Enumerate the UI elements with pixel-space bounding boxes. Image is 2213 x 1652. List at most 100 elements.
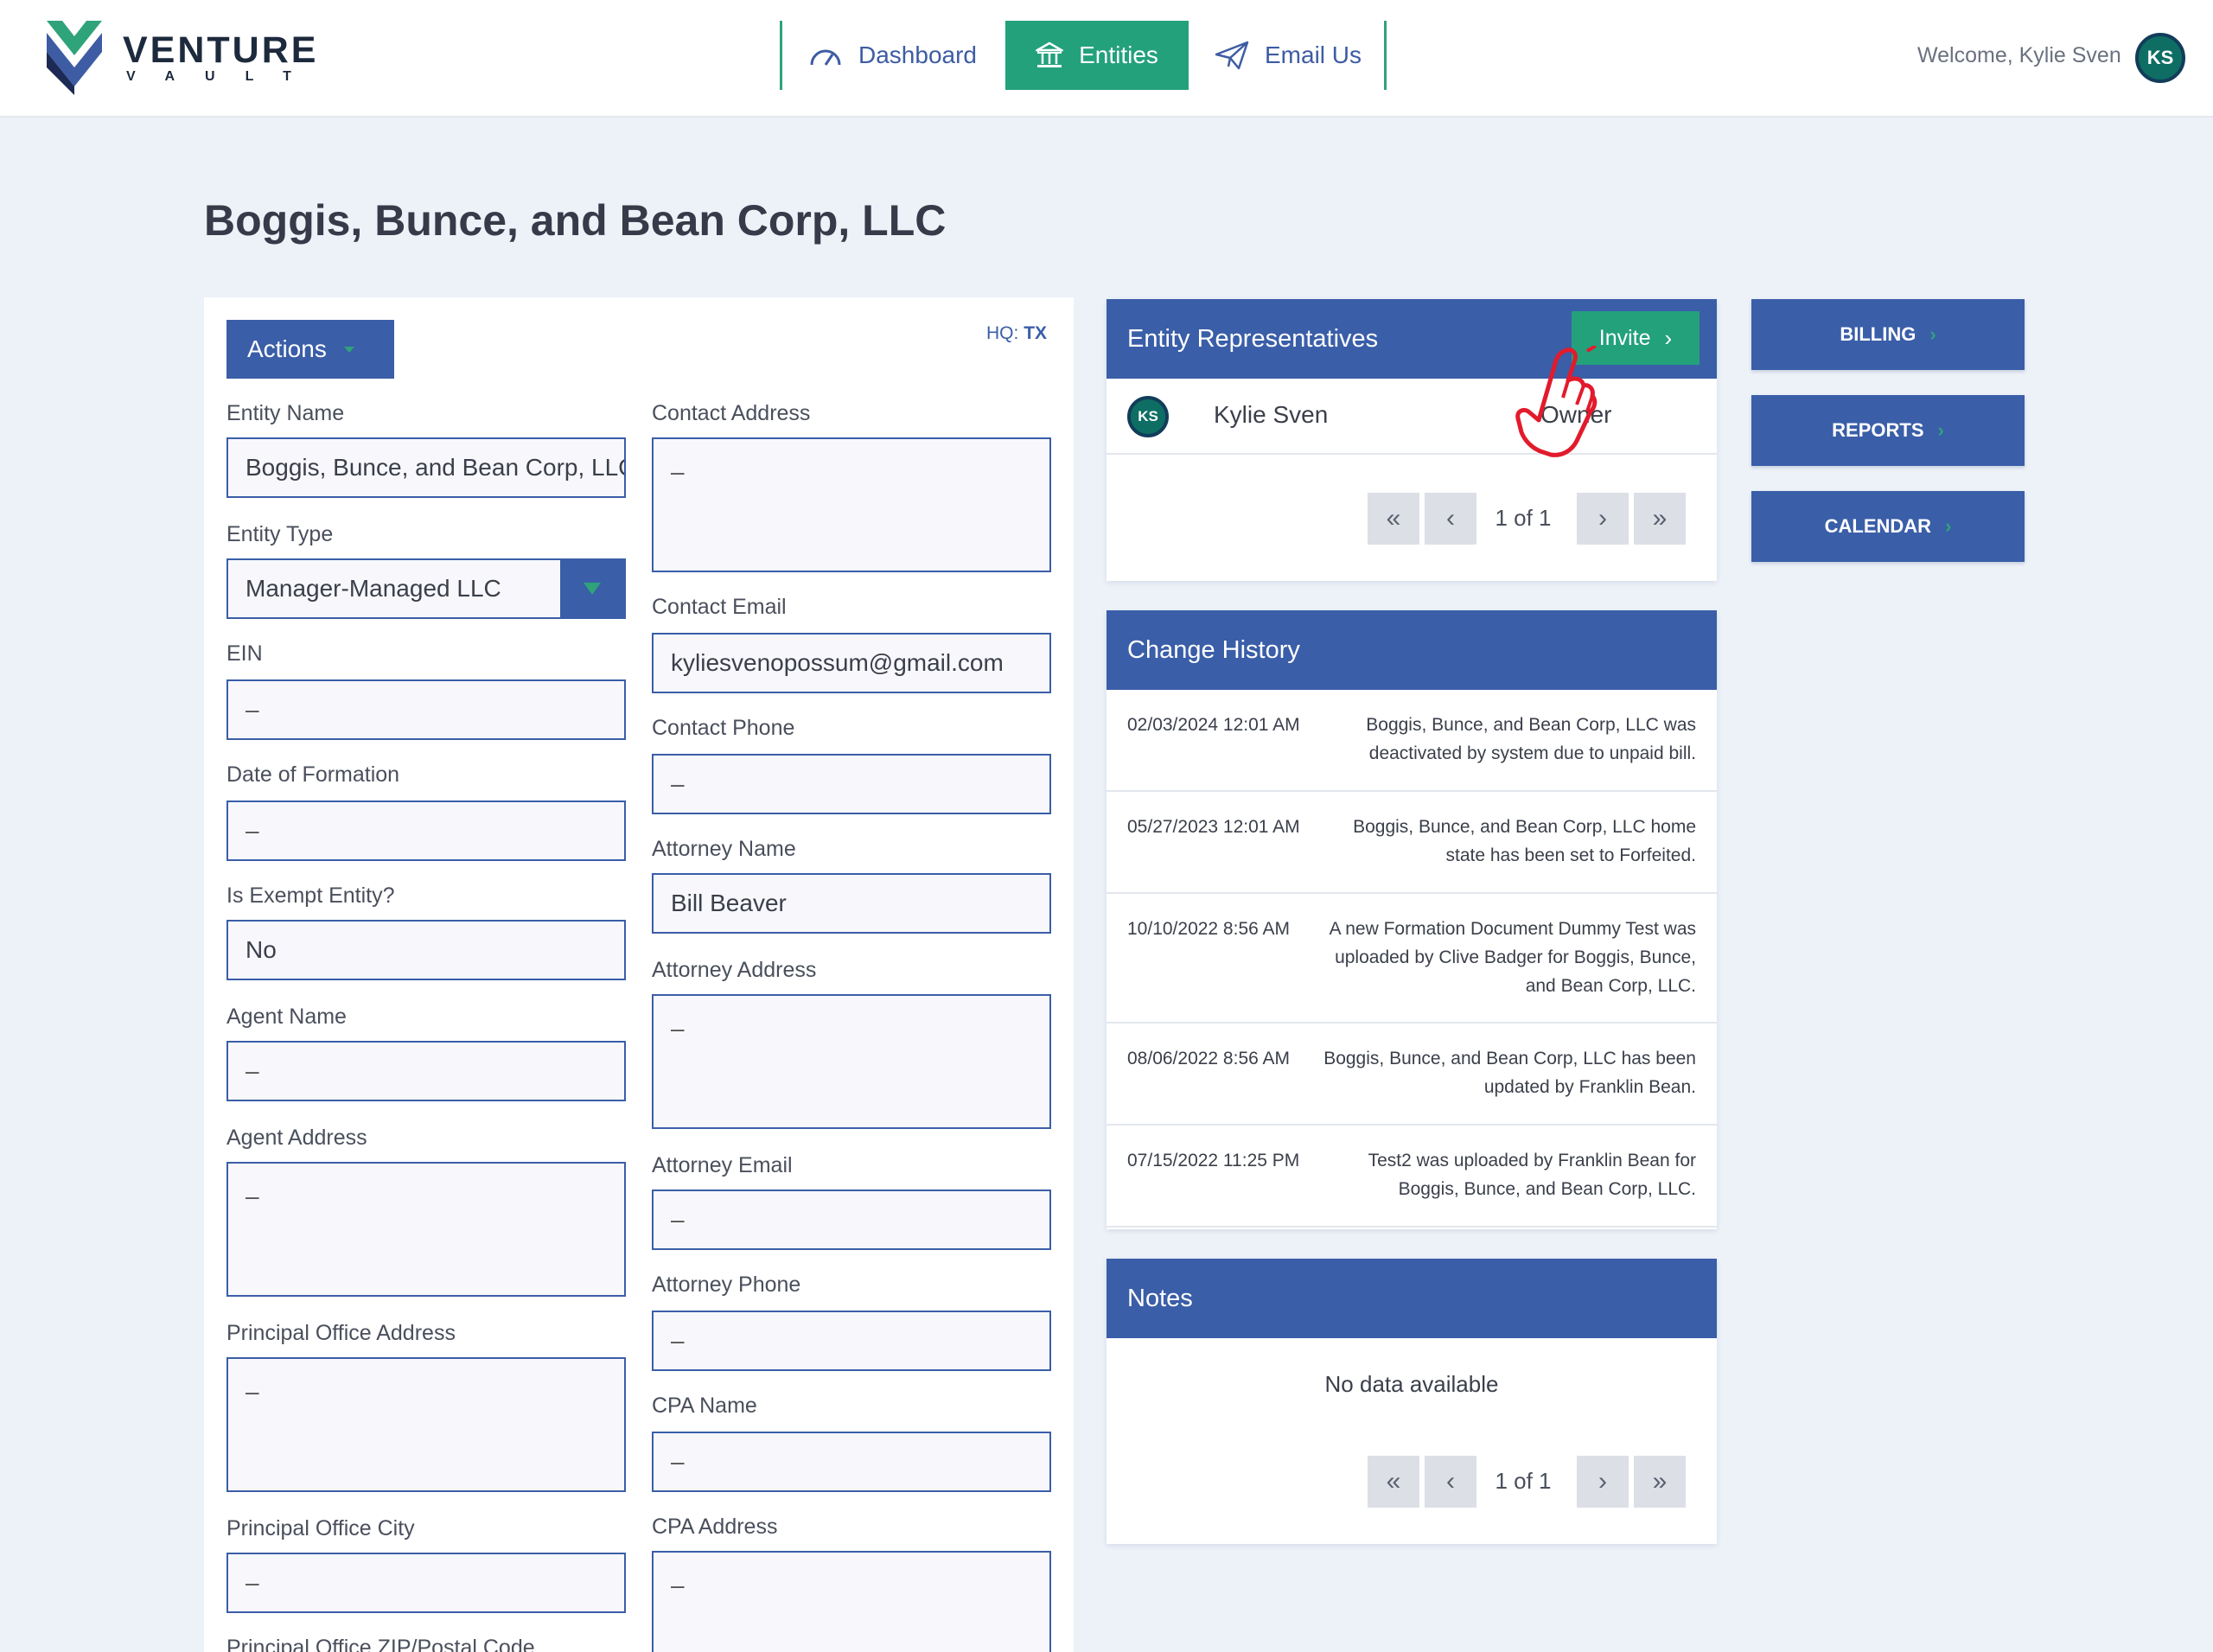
prev-page-button[interactable]: ‹ [1425,1456,1476,1508]
page-indicator: 1 of 1 [1495,505,1552,531]
notes-card: Notes No data available « ‹ 1 of 1 › » [1106,1259,1717,1544]
cpa-name-field[interactable]: – [652,1432,1051,1492]
calendar-button[interactable]: CALENDAR › [1751,491,2025,562]
calendar-label: CALENDAR [1824,515,1932,537]
chevron-left-icon: ‹ [1446,504,1455,533]
entity-type-value: Manager-Managed LLC [246,575,501,602]
agent-name-label: Agent Name [226,1005,347,1029]
chevron-right-icon: › [1598,1467,1607,1496]
history-row: 08/06/2022 8:56 AM Boggis, Bunce, and Be… [1106,1024,1717,1126]
next-page-button[interactable]: › [1577,493,1629,545]
paper-plane-icon [1215,41,1249,70]
chevron-right-icon: › [1664,324,1673,351]
entity-type-select[interactable]: Manager-Managed LLC [226,558,626,619]
hq-label: HQ: [986,323,1019,343]
change-history-title: Change History [1127,635,1300,664]
contact-phone-label: Contact Phone [652,716,795,740]
nav-dashboard[interactable]: Dashboard [808,21,977,90]
attorney-name-label: Attorney Name [652,837,796,861]
attorney-email-field[interactable]: – [652,1190,1051,1250]
last-page-button[interactable]: » [1634,493,1686,545]
date-of-formation-field[interactable]: – [226,800,626,861]
double-chevron-right-icon: » [1652,1467,1668,1496]
is-exempt-field[interactable]: No [226,920,626,980]
contact-email-field[interactable]: kyliesvenopossum@gmail.com [652,633,1051,693]
principal-office-city-field[interactable]: – [226,1553,626,1613]
actions-label: Actions [247,335,327,362]
history-row: 07/15/2022 11:25 PM Test2 was uploaded b… [1106,1126,1717,1228]
cpa-address-label: CPA Address [652,1515,778,1539]
date-of-formation-label: Date of Formation [226,762,400,787]
logo-shield-icon [47,21,102,95]
first-page-button[interactable]: « [1368,493,1419,545]
prev-page-button[interactable]: ‹ [1425,493,1476,545]
chevron-right-icon: › [1929,323,1936,345]
select-arrow-icon[interactable] [560,560,624,617]
change-history-header: Change History [1106,610,1717,690]
nav-email-label: Email Us [1265,41,1362,68]
double-chevron-left-icon: « [1386,1467,1401,1496]
ein-field[interactable]: – [226,679,626,740]
first-page-button[interactable]: « [1368,1456,1419,1508]
user-avatar[interactable]: KS [2135,33,2185,83]
history-date: 10/10/2022 8:56 AM [1127,919,1290,939]
attorney-address-label: Attorney Address [652,958,817,982]
agent-address-label: Agent Address [226,1126,367,1150]
hq-state: HQ: TX [986,323,1047,344]
hand-pointer-icon [1515,346,1598,457]
history-text: Boggis, Bunce, and Bean Corp, LLC home s… [1353,817,1696,865]
venture-vault-logo[interactable]: VENTURE VAULT [43,17,328,95]
contact-address-field[interactable]: – [652,437,1051,572]
principal-office-zip-label: Principal Office ZIP/Postal Code [226,1636,535,1652]
cpa-address-field[interactable]: – [652,1551,1051,1652]
next-page-button[interactable]: › [1577,1456,1629,1508]
nav-email-us[interactable]: Email Us [1215,21,1362,90]
reports-button[interactable]: REPORTS › [1751,395,2025,466]
contact-phone-field[interactable]: – [652,754,1051,814]
billing-button[interactable]: BILLING › [1751,299,2025,370]
representative-name: Kylie Sven [1214,401,1329,428]
page-title: Boggis, Bunce, and Bean Corp, LLC [204,196,947,245]
notes-header: Notes [1106,1259,1717,1338]
representatives-header: Entity Representatives Invite › [1106,299,1717,379]
principal-office-city-label: Principal Office City [226,1516,415,1540]
page-indicator: 1 of 1 [1495,1468,1552,1494]
hq-value: TX [1024,323,1048,343]
nav-entities-label: Entities [1079,41,1158,68]
main-nav: Dashboard Entities Email Us [780,21,1387,90]
entity-name-field[interactable]: Boggis, Bunce, and Bean Corp, LLC [226,437,626,498]
representatives-pager: « ‹ 1 of 1 › » [1368,493,1705,545]
principal-office-address-label: Principal Office Address [226,1321,456,1345]
notes-pager: « ‹ 1 of 1 › » [1368,1456,1705,1508]
is-exempt-label: Is Exempt Entity? [226,883,395,908]
representatives-title: Entity Representatives [1127,324,1379,353]
principal-office-address-field[interactable]: – [226,1357,626,1492]
history-row: 05/27/2023 12:01 AM Boggis, Bunce, and B… [1106,792,1717,894]
agent-address-field[interactable]: – [226,1162,626,1297]
reports-label: REPORTS [1832,419,1924,441]
caret-down-icon [343,346,354,353]
history-row: 02/03/2024 12:01 AM Boggis, Bunce, and B… [1106,690,1717,792]
attorney-phone-field[interactable]: – [652,1311,1051,1371]
history-text: A new Formation Document Dummy Test was … [1329,919,1696,996]
chevron-right-icon: › [1598,504,1607,533]
attorney-address-field[interactable]: – [652,994,1051,1129]
attorney-email-label: Attorney Email [652,1153,793,1177]
attorney-name-field[interactable]: Bill Beaver [652,873,1051,934]
last-page-button[interactable]: » [1634,1456,1686,1508]
contact-address-label: Contact Address [652,401,811,425]
history-date: 07/15/2022 11:25 PM [1127,1151,1300,1170]
history-text: Test2 was uploaded by Franklin Bean for … [1368,1151,1696,1199]
top-header: VENTURE VAULT Dashboard Entities Email U… [0,0,2213,118]
representative-row[interactable]: KS Kylie Sven Owner [1106,379,1717,455]
logo-subtitle: VAULT [126,69,322,84]
entity-name-label: Entity Name [226,401,345,425]
chevron-left-icon: ‹ [1446,1467,1455,1496]
agent-name-field[interactable]: – [226,1041,626,1101]
contact-email-label: Contact Email [652,595,787,619]
chevron-right-icon: › [1937,419,1944,441]
change-history-card: Change History 02/03/2024 12:01 AM Boggi… [1106,610,1717,1229]
history-date: 08/06/2022 8:56 AM [1127,1049,1290,1068]
nav-entities[interactable]: Entities [1005,21,1189,90]
actions-dropdown-button[interactable]: Actions [226,320,394,379]
